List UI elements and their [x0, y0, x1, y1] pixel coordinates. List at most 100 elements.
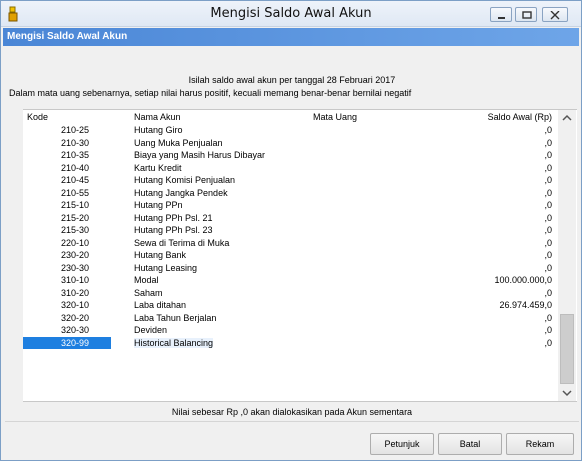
column-header-mata-uang[interactable]: Mata Uang — [313, 112, 357, 122]
table-row[interactable]: 215-10 Hutang PPn ,0 — [23, 199, 556, 212]
opening-balance-cell[interactable]: ,0 — [544, 338, 552, 348]
opening-balance-cell[interactable]: ,0 — [544, 238, 552, 248]
account-name: Hutang Komisi Penjualan — [134, 175, 236, 185]
account-name: Saham — [134, 287, 163, 298]
grid-header: Kode Nama Akun Mata Uang Saldo Awal (Rp) — [23, 110, 556, 123]
account-code: 320-20 — [61, 312, 90, 323]
header-banner-title: Mengisi Saldo Awal Akun — [7, 31, 128, 42]
account-name: Laba Tahun Berjalan — [134, 312, 217, 323]
account-name: Laba ditahan — [134, 300, 187, 310]
maximize-icon — [522, 11, 532, 19]
opening-balance-cell[interactable]: 100.000.000,0 — [494, 275, 552, 285]
table-row[interactable]: 215-20 Hutang PPh Psl. 21 ,0 — [23, 212, 556, 225]
account-name: Hutang PPh Psl. 23 — [134, 225, 213, 235]
opening-balance-cell[interactable]: ,0 — [544, 175, 552, 185]
opening-balance-cell[interactable]: ,0 — [544, 213, 552, 223]
table-row[interactable]: 220-10 Sewa di Terima di Muka ,0 — [23, 237, 556, 250]
account-name: Hutang Bank — [134, 250, 187, 260]
account-name: Biaya yang Masih Harus Dibayar — [134, 150, 266, 160]
account-code: 310-10 — [61, 275, 90, 285]
account-name: Hutang PPn — [134, 200, 183, 210]
minimize-icon — [498, 17, 505, 19]
account-name: Deviden — [134, 325, 168, 335]
account-code: 210-45 — [61, 175, 90, 185]
opening-balance-cell[interactable]: ,0 — [544, 313, 552, 323]
table-row[interactable]: 210-30 Uang Muka Penjualan ,0 — [23, 137, 556, 150]
opening-balance-cell[interactable]: ,0 — [544, 150, 552, 160]
account-code: 230-30 — [61, 262, 90, 273]
table-row[interactable]: 310-10 Modal 100.000.000,0 — [23, 274, 556, 287]
opening-balance-cell[interactable]: ,0 — [544, 225, 552, 235]
close-icon — [550, 11, 560, 20]
account-code: 320-30 — [61, 325, 90, 335]
account-name: Modal — [134, 275, 159, 285]
scroll-up-button[interactable] — [558, 110, 576, 126]
table-row[interactable]: 230-30 Hutang Leasing ,0 — [23, 262, 556, 275]
account-name: Hutang PPh Psl. 21 — [134, 212, 213, 223]
account-code: 210-35 — [61, 150, 90, 160]
column-header-kode[interactable]: Kode — [27, 112, 48, 122]
account-name: Hutang Giro — [134, 125, 183, 135]
account-code: 230-20 — [61, 250, 90, 260]
opening-balance-cell[interactable]: ,0 — [544, 250, 552, 260]
opening-balance-cell[interactable]: ,0 — [544, 138, 552, 148]
column-header-nama-akun[interactable]: Nama Akun — [134, 112, 181, 122]
table-row[interactable]: 320-10 Laba ditahan 26.974.459,0 — [23, 299, 556, 312]
dialog-window: Mengisi Saldo Awal Akun Mengisi Saldo Aw… — [0, 0, 582, 461]
table-row-selected[interactable]: 320-99 Historical Balancing ,0 — [23, 336, 556, 350]
account-code: 210-30 — [61, 137, 90, 148]
title-bar[interactable]: Mengisi Saldo Awal Akun — [1, 1, 581, 27]
table-row[interactable]: 320-20 Laba Tahun Berjalan ,0 — [23, 312, 556, 325]
allocation-note: Nilai sebesar Rp ,0 akan dialokasikan pa… — [171, 407, 413, 417]
opening-balance-cell[interactable]: ,0 — [544, 263, 552, 273]
account-name: Uang Muka Penjualan — [134, 137, 223, 148]
opening-balance-cell[interactable]: ,0 — [544, 125, 552, 135]
maximize-button[interactable] — [515, 7, 537, 22]
opening-balance-cell[interactable]: ,0 — [544, 288, 552, 298]
opening-balance-cell[interactable]: 26.974.459,0 — [499, 300, 552, 310]
table-row[interactable]: 210-45 Hutang Komisi Penjualan ,0 — [23, 174, 556, 187]
scrollbar-thumb[interactable] — [560, 314, 574, 384]
divider — [5, 421, 579, 422]
help-button[interactable]: Petunjuk — [370, 433, 434, 455]
account-code: 210-40 — [61, 162, 90, 173]
account-code: 215-10 — [61, 200, 90, 210]
opening-balance-cell[interactable]: ,0 — [544, 188, 552, 198]
table-row[interactable]: 230-20 Hutang Bank ,0 — [23, 249, 556, 262]
cancel-button[interactable]: Batal — [438, 433, 502, 455]
scroll-down-button[interactable] — [558, 385, 576, 401]
table-row[interactable]: 210-35 Biaya yang Masih Harus Dibayar ,0 — [23, 149, 556, 162]
account-name: Hutang Jangka Pendek — [134, 187, 228, 198]
table-row[interactable]: 215-30 Hutang PPh Psl. 23 ,0 — [23, 224, 556, 237]
account-name: Kartu Kredit — [134, 162, 182, 173]
account-code: 310-20 — [61, 287, 90, 298]
header-banner: Mengisi Saldo Awal Akun — [3, 28, 579, 46]
opening-balance-cell[interactable]: ,0 — [544, 163, 552, 173]
account-code: 320-10 — [61, 300, 90, 310]
chevron-down-icon — [562, 390, 572, 397]
account-code: 215-20 — [61, 212, 90, 223]
table-row[interactable]: 210-25 Hutang Giro ,0 — [23, 124, 556, 137]
account-balance-grid[interactable]: Kode Nama Akun Mata Uang Saldo Awal (Rp)… — [23, 109, 577, 402]
instruction-date: Isilah saldo awal akun per tanggal 28 Fe… — [188, 75, 396, 85]
close-button[interactable] — [542, 7, 568, 22]
minimize-button[interactable] — [490, 7, 512, 22]
account-code: 320-99 — [61, 337, 90, 348]
opening-balance-cell[interactable]: ,0 — [544, 325, 552, 335]
grid-rows: 210-25 Hutang Giro ,0 210-30 Uang Muka Penj… — [23, 124, 556, 349]
table-row[interactable]: 310-20 Saham ,0 — [23, 287, 556, 300]
opening-balance-cell[interactable]: ,0 — [544, 200, 552, 210]
table-row[interactable]: 210-55 Hutang Jangka Pendek ,0 — [23, 187, 556, 200]
table-row[interactable]: 320-30 Deviden ,0 — [23, 324, 556, 337]
chevron-up-icon — [562, 114, 572, 121]
account-name: Sewa di Terima di Muka — [134, 237, 230, 248]
vertical-scrollbar[interactable] — [558, 110, 576, 401]
account-code: 210-25 — [61, 125, 90, 135]
table-row[interactable]: 210-40 Kartu Kredit ,0 — [23, 162, 556, 175]
account-code: 210-55 — [61, 187, 90, 198]
column-header-saldo-awal[interactable]: Saldo Awal (Rp) — [488, 112, 552, 122]
account-code: 220-10 — [61, 237, 90, 248]
instruction-currency: Dalam mata uang sebenarnya, setiap nilai… — [9, 88, 412, 98]
save-button[interactable]: Rekam — [506, 433, 574, 455]
account-code: 215-30 — [61, 225, 90, 235]
